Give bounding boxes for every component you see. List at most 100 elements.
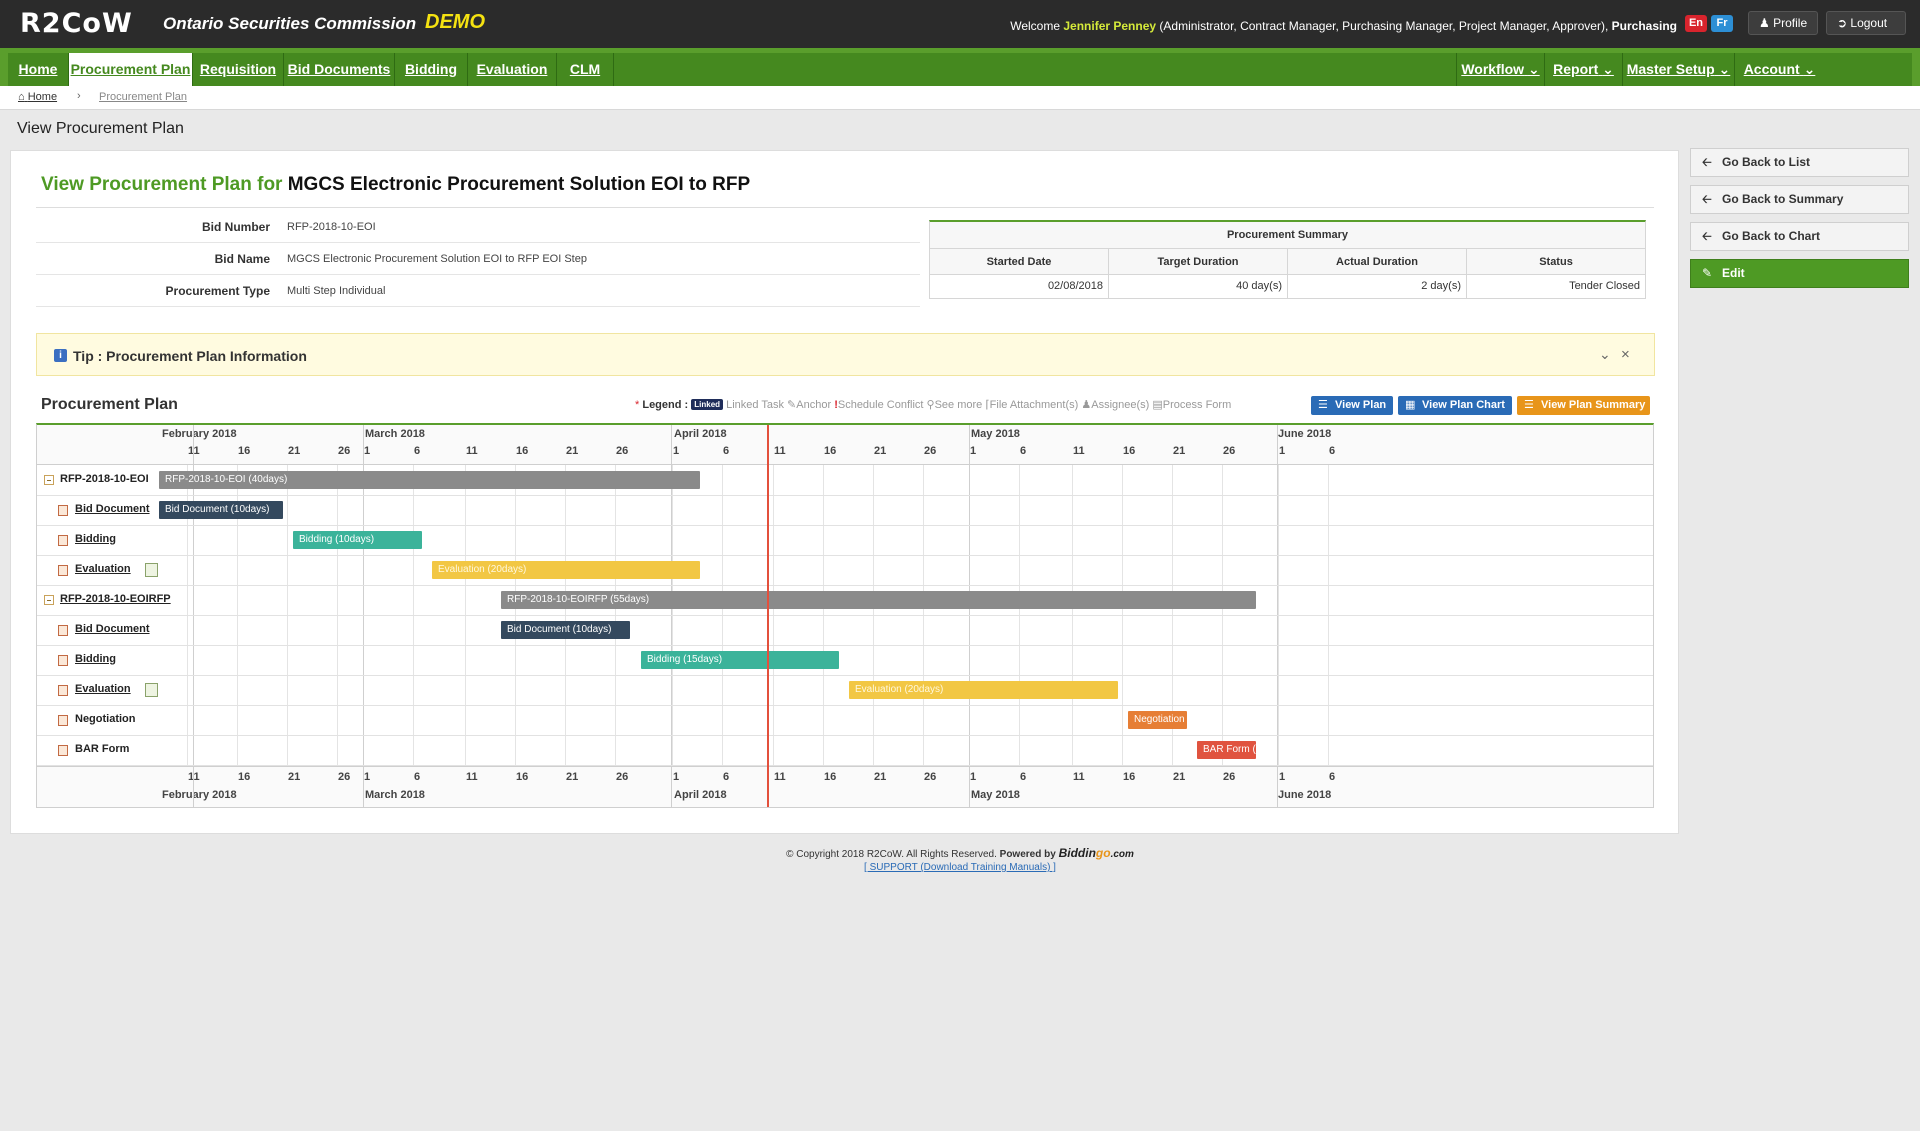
day-label: 26 xyxy=(924,445,937,457)
nav-procurement-plan[interactable]: Procurement Plan xyxy=(69,53,193,86)
support-link[interactable]: [ SUPPORT (Download Training Manuals) ] xyxy=(0,862,1920,873)
gantt-bar[interactable]: RFP-2018-10-EOI (40days) xyxy=(159,471,700,489)
go-back-to-chart-button[interactable]: 🡠 Go Back to Chart xyxy=(1690,222,1909,251)
row-divider xyxy=(37,735,1653,736)
edit-button[interactable]: ✎ Edit xyxy=(1690,259,1909,288)
nav-report[interactable]: Report ⌄ xyxy=(1544,53,1622,86)
biddingo-logo[interactable]: Biddingo.com xyxy=(1059,846,1134,860)
day-label: 16 xyxy=(238,445,251,457)
user-dept: Purchasing xyxy=(1611,19,1677,33)
nav-clm[interactable]: CLM xyxy=(557,53,614,86)
gantt-row-label: BAR Form xyxy=(37,735,194,765)
anchor-icon: ✎ xyxy=(787,399,797,411)
attachment-icon[interactable] xyxy=(145,563,158,577)
gantt-bar[interactable]: Bid Document (10days) xyxy=(159,501,283,519)
day-label: 26 xyxy=(924,771,937,783)
summary-status: Tender Closed xyxy=(1569,280,1640,292)
profile-button[interactable]: ♟ Profile xyxy=(1748,11,1818,35)
heading-name: MGCS Electronic Procurement Solution EOI… xyxy=(287,174,751,195)
gantt-bar[interactable]: Negotiation (5c xyxy=(1128,711,1187,729)
main-nav: Home Procurement Plan Requisition Bid Do… xyxy=(0,48,1920,86)
gantt-bar[interactable]: Bid Document (10days) xyxy=(501,621,630,639)
task-name[interactable]: Evaluation xyxy=(75,563,131,575)
legend-schedule-conflict: Schedule Conflict xyxy=(837,399,924,411)
gantt-bar[interactable]: Bidding (10days) xyxy=(293,531,422,549)
logout-button[interactable]: ➲ Logout xyxy=(1826,11,1906,35)
profile-label: Profile xyxy=(1773,16,1808,30)
month-label: March 2018 xyxy=(365,789,425,801)
chevron-down-icon: ⌄ xyxy=(1602,61,1614,77)
day-label: 16 xyxy=(238,771,251,783)
breadcrumb-current[interactable]: Procurement Plan xyxy=(99,91,187,103)
day-label: 1 xyxy=(364,445,371,457)
welcome-text: Welcome Jennifer Penney (Administrator, … xyxy=(1010,19,1677,33)
summary-header: Started Date xyxy=(930,249,1109,275)
nav-home[interactable]: Home xyxy=(8,53,69,86)
day-label: 16 xyxy=(516,771,529,783)
nav-account-label: Account xyxy=(1743,61,1800,77)
task-name[interactable]: Bid Document xyxy=(75,623,150,635)
task-name[interactable]: Evaluation xyxy=(75,683,131,695)
nav-bidding[interactable]: Bidding xyxy=(395,53,468,86)
view-plan-chart-button[interactable]: ▦ View Plan Chart xyxy=(1398,396,1512,415)
plan-heading: View Procurement Plan for MGCS Electroni… xyxy=(41,174,750,196)
go-back-to-list-button[interactable]: 🡠 Go Back to List xyxy=(1690,148,1909,177)
gantt-bar[interactable]: RFP-2018-10-EOIRFP (55days) xyxy=(501,591,1256,609)
welcome-prefix: Welcome xyxy=(1010,19,1061,33)
attachment-icon[interactable] xyxy=(145,683,158,697)
view-plan-label: View Plan xyxy=(1335,399,1387,411)
row-divider xyxy=(37,615,1653,616)
view-plan-summary-label: View Plan Summary xyxy=(1541,399,1646,411)
day-label: 6 xyxy=(414,771,421,783)
user-name: Jennifer Penney xyxy=(1063,19,1157,33)
nav-bid-documents[interactable]: Bid Documents xyxy=(284,53,395,86)
task-icon xyxy=(58,505,68,516)
nav-master-setup[interactable]: Master Setup ⌄ xyxy=(1622,53,1734,86)
breadcrumb-separator: › xyxy=(77,90,81,102)
tip-box: i Tip : Procurement Plan Information ⌄ × xyxy=(36,333,1655,376)
task-name[interactable]: Bidding xyxy=(75,533,116,545)
gantt-bar[interactable]: Bidding (15days) xyxy=(641,651,839,669)
search-icon: ⚲ xyxy=(926,399,935,411)
collapse-icon[interactable] xyxy=(44,595,54,605)
view-plan-button[interactable]: ☰ View Plan xyxy=(1311,396,1393,415)
task-icon xyxy=(58,565,68,576)
user-roles: (Administrator, Contract Manager, Purcha… xyxy=(1159,19,1609,33)
day-label: 16 xyxy=(824,771,837,783)
gantt-bar[interactable]: Evaluation (20days) xyxy=(432,561,700,579)
logout-icon: ➲ xyxy=(1837,16,1848,30)
lang-fr-button[interactable]: Fr xyxy=(1711,15,1733,32)
breadcrumb-home-label: Home xyxy=(27,91,58,103)
task-icon xyxy=(58,745,68,756)
info-value: MGCS Electronic Procurement Solution EOI… xyxy=(287,253,587,265)
day-label: 1 xyxy=(364,771,371,783)
chevron-down-icon[interactable]: ⌄ xyxy=(1599,346,1611,363)
go-back-to-summary-button[interactable]: 🡠 Go Back to Summary xyxy=(1690,185,1909,214)
collapse-icon[interactable] xyxy=(44,475,54,485)
group-name[interactable]: RFP-2018-10-EOIRFP xyxy=(60,593,171,605)
tip-text: Tip : Procurement Plan Information xyxy=(73,348,307,364)
task-icon xyxy=(58,715,68,726)
task-name[interactable]: Bidding xyxy=(75,653,116,665)
legend-see-more: See more xyxy=(934,399,983,411)
group-name[interactable]: RFP-2018-10-EOI xyxy=(60,473,149,485)
lang-en-button[interactable]: En xyxy=(1685,15,1707,32)
info-row-procurement-type: Procurement Type Multi Step Individual xyxy=(36,275,920,307)
chevron-down-icon: ⌄ xyxy=(1803,61,1816,77)
task-name[interactable]: Bid Document xyxy=(75,503,150,515)
gantt-bar[interactable]: Evaluation (20days) xyxy=(849,681,1118,699)
demo-badge: DEMO xyxy=(425,11,485,33)
app-logo[interactable]: R2CoW xyxy=(20,8,133,39)
footer: © Copyright 2018 R2CoW. All Rights Reser… xyxy=(0,846,1920,860)
nav-workflow[interactable]: Workflow ⌄ xyxy=(1456,53,1544,86)
gantt-bar[interactable]: BAR Form (5d xyxy=(1197,741,1256,759)
view-plan-summary-button[interactable]: ☰ View Plan Summary xyxy=(1517,396,1650,415)
org-name: Ontario Securities Commission xyxy=(163,14,417,33)
nav-evaluation[interactable]: Evaluation xyxy=(468,53,557,86)
nav-requisition[interactable]: Requisition xyxy=(193,53,284,86)
month-label: March 2018 xyxy=(365,428,425,440)
close-icon[interactable]: × xyxy=(1621,346,1630,363)
breadcrumb-home[interactable]: ⌂ Home xyxy=(18,91,57,103)
day-label: 6 xyxy=(723,445,730,457)
nav-account[interactable]: Account ⌄ xyxy=(1734,53,1824,86)
